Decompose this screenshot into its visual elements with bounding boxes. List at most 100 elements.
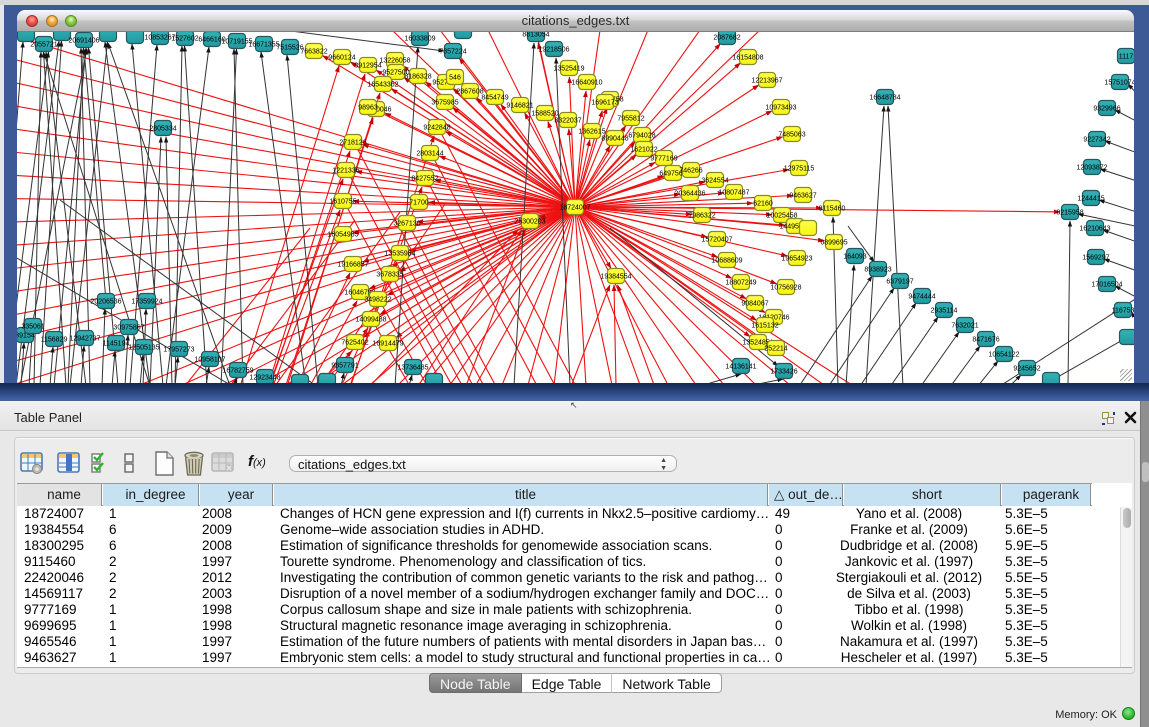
svg-text:30975867: 30975867 [113,324,144,331]
svg-text:8322037: 8322037 [554,117,581,124]
svg-text:1156829: 1156829 [41,336,68,343]
svg-text:12213967: 12213967 [751,77,782,84]
svg-text:2803144: 2803144 [416,150,443,157]
svg-text:2087682: 2087682 [713,34,740,41]
svg-text:116753: 116753 [1112,307,1134,314]
svg-text:8938923: 8938923 [864,266,891,273]
svg-text:17016504: 17016504 [1091,281,1122,288]
svg-text:19218506: 19218506 [538,46,569,53]
svg-text:19384554: 19384554 [600,273,631,280]
svg-text:17957273: 17957273 [163,346,194,353]
svg-text:7625402: 7625402 [341,339,368,346]
svg-text:546: 546 [449,74,461,81]
svg-text:18724007: 18724007 [559,204,590,211]
svg-text:8454749: 8454749 [481,94,508,101]
svg-text:12505135: 12505135 [128,344,159,351]
svg-text:10973493: 10973493 [765,104,796,111]
svg-text:98963: 98963 [358,104,378,111]
svg-text:8215958: 8215958 [1056,209,1083,216]
svg-text:10654122: 10654122 [988,351,1019,358]
svg-text:746266: 746266 [679,167,702,174]
svg-text:15720407: 15720407 [701,236,732,243]
svg-text:252214: 252214 [764,345,787,352]
svg-text:1588520: 1588520 [531,110,558,117]
svg-text:8912954: 8912954 [354,62,381,69]
svg-text:164093: 164093 [843,253,866,260]
svg-text:1527602: 1527602 [171,35,198,42]
svg-text:9084067: 9084067 [741,300,768,307]
svg-text:25300203: 25300203 [514,218,545,225]
svg-text:20364436: 20364436 [674,190,705,197]
svg-text:62160: 62160 [753,200,773,207]
svg-text:12942737: 12942737 [69,335,100,342]
svg-text:16543362: 16543362 [367,81,398,88]
svg-text:13525419: 13525419 [553,65,584,72]
svg-text:9857791: 9857791 [331,362,358,369]
svg-text:1610755: 1610755 [329,198,356,205]
svg-text:1696173: 1696173 [591,99,618,106]
svg-text:19654923: 19654923 [781,255,812,262]
svg-text:9242848: 9242848 [423,124,450,131]
svg-text:15751074: 15751074 [1104,79,1134,86]
svg-text:3675985: 3675985 [431,99,458,106]
svg-text:1569297: 1569297 [1082,254,1109,261]
svg-text:6899695: 6899695 [820,239,847,246]
svg-text:2805334: 2805334 [149,125,176,132]
svg-text:6794028: 6794028 [628,132,655,139]
svg-text:3267130: 3267130 [393,220,420,227]
svg-text:13226058: 13226058 [379,57,410,64]
svg-text:2055721: 2055721 [30,41,57,48]
svg-text:1221336: 1221336 [332,167,359,174]
svg-text:20691406: 20691406 [68,37,99,44]
svg-text:9146821: 9146821 [506,102,533,109]
svg-text:19166857: 19166857 [337,261,368,268]
svg-text:71700: 71700 [409,199,429,206]
svg-text:1145194: 1145194 [103,340,130,347]
svg-text:9329966: 9329966 [1093,105,1120,112]
svg-text:335061: 335061 [21,323,44,330]
svg-text:7357224: 7357224 [439,48,466,55]
svg-text:8471676: 8471676 [972,336,999,343]
svg-text:9777169: 9777169 [650,155,677,162]
svg-text:6379197: 6379197 [886,278,913,285]
svg-text:10958107: 10958107 [194,356,225,363]
svg-text:16671355: 16671355 [248,41,279,48]
svg-text:7632021: 7632021 [951,322,978,329]
svg-text:7955812: 7955812 [617,115,644,122]
svg-text:1733426: 1733426 [770,368,797,375]
svg-text:7663822: 7663822 [300,48,327,55]
svg-text:16648784: 16648784 [869,94,900,101]
svg-text:17359924: 17359924 [131,298,162,305]
svg-text:12975115: 12975115 [784,165,815,172]
svg-text:12093872: 12093872 [1076,164,1107,171]
svg-text:9227342: 9227342 [1083,136,1110,143]
svg-text:16154808: 16154808 [732,54,763,61]
svg-text:13736485: 13736485 [397,364,428,371]
svg-text:14136141: 14136141 [725,363,756,370]
svg-text:10807487: 10807487 [718,189,749,196]
svg-text:16782759: 16782759 [222,367,253,374]
svg-text:18807249: 18807249 [725,279,756,286]
svg-text:16210643: 16210643 [1079,225,1110,232]
svg-text:16914479: 16914479 [372,340,403,347]
svg-text:1244415: 1244415 [1077,195,1104,202]
svg-text:3624554: 3624554 [701,177,728,184]
svg-text:10688609: 10688609 [711,257,742,264]
svg-text:8427552: 8427552 [411,175,438,182]
svg-text:10756928: 10756928 [770,284,801,291]
svg-text:3498222: 3498222 [364,296,391,303]
svg-text:2867608: 2867608 [456,88,483,95]
svg-text:1615132: 1615132 [751,322,778,329]
svg-text:1362615: 1362615 [578,128,605,135]
svg-text:13535984: 13535984 [384,250,415,257]
svg-text:1621022: 1621022 [630,146,657,153]
svg-text:12923448: 12923448 [249,374,280,381]
svg-text:8813054: 8813054 [522,32,549,38]
svg-text:9115460: 9115460 [819,205,846,212]
svg-text:2718126: 2718126 [339,139,366,146]
svg-text:9474444: 9474444 [908,293,935,300]
svg-text:9463627: 9463627 [789,192,816,199]
svg-text:7986322: 7986322 [688,212,715,219]
svg-text:8990448: 8990448 [601,135,628,142]
svg-text:7485063: 7485063 [778,131,805,138]
